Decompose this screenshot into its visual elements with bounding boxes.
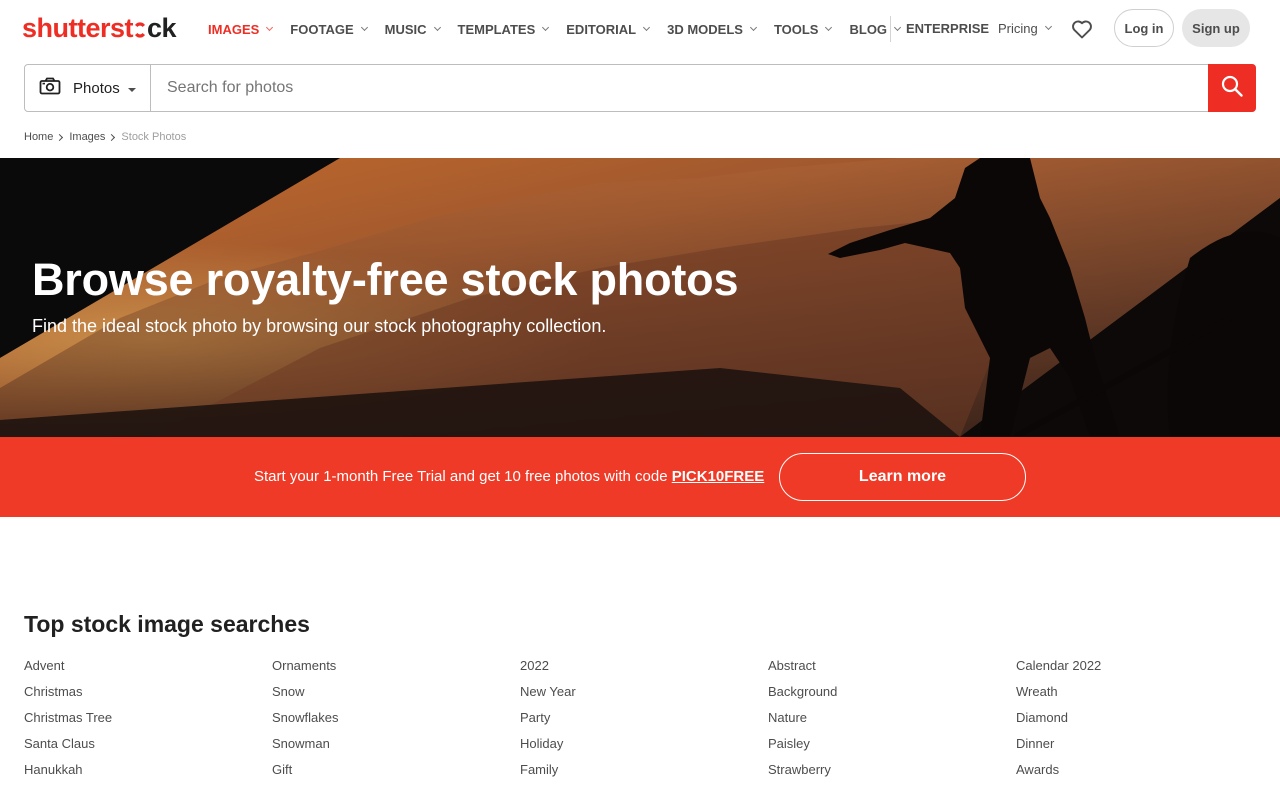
shutterstock-logo[interactable]: shutterst ck [22,13,177,43]
nav-3d-models[interactable]: 3D MODELS [667,21,757,37]
search-term-link[interactable]: Wreath [1016,682,1264,708]
search-term-link[interactable]: Calendar 2022 [1016,656,1264,682]
chevron-down-icon [266,23,274,31]
breadcrumb: Home Images Stock Photos [24,131,186,143]
logo-dot-icon [133,13,147,43]
nav-music[interactable]: MUSIC [384,21,441,37]
search-term-link[interactable]: Dinner [1016,734,1264,760]
nav-templates-label: TEMPLATES [457,21,536,37]
main-nav: IMAGES FOOTAGE MUSIC TEMPLATES EDITORIAL… [208,0,918,58]
search-term-link[interactable]: Strawberry [768,760,1016,786]
caret-down-icon [127,88,136,92]
promo-message: Start your 1-month Free Trial and get 10… [254,468,764,485]
chevron-down-icon [643,23,651,31]
chevron-down-icon [433,23,441,31]
top-searches-column: Abstract Background Nature Paisley Straw… [768,656,1016,786]
hero-title: Browse royalty-free stock photos [32,254,739,305]
favorites-heart-icon[interactable] [1070,17,1094,41]
nav-blog[interactable]: BLOG [849,21,902,37]
top-searches-column: 2022 New Year Party Holiday Family [520,656,768,786]
chevron-down-icon [542,23,550,31]
nav-blog-label: BLOG [849,21,888,37]
promo-text: Start your 1-month Free Trial and get 10… [254,468,672,485]
breadcrumb-images[interactable]: Images [69,131,105,143]
breadcrumb-home[interactable]: Home [24,131,53,143]
hero-banner: Browse royalty-free stock photos Find th… [0,158,1280,437]
top-searches-column: Calendar 2022 Wreath Diamond Dinner Awar… [1016,656,1264,786]
search-term-link[interactable]: Snow [272,682,520,708]
top-searches-title: Top stock image searches [24,611,310,637]
nav-images-label: IMAGES [208,21,260,37]
chevron-down-icon [749,23,757,31]
search-button[interactable] [1208,64,1256,112]
search-term-link[interactable]: Santa Claus [24,734,272,760]
nav-3d-models-label: 3D MODELS [667,21,743,37]
search-term-link[interactable]: 2022 [520,656,768,682]
chevron-down-icon [825,23,833,31]
breadcrumb-current: Stock Photos [121,131,187,143]
search-term-link[interactable]: Christmas Tree [24,708,272,734]
promo-banner: Start your 1-month Free Trial and get 10… [0,437,1280,517]
nav-divider [890,16,891,42]
nav-templates[interactable]: TEMPLATES [457,21,550,37]
chevron-right-icon [56,133,64,141]
chevron-right-icon [108,133,116,141]
search-term-link[interactable]: Advent [24,656,272,682]
search-term-link[interactable]: Party [520,708,768,734]
hero-subtitle: Find the ideal stock photo by browsing o… [32,316,607,336]
search-term-link[interactable]: Nature [768,708,1016,734]
search-term-link[interactable]: Paisley [768,734,1016,760]
search-term-link[interactable]: Gift [272,760,520,786]
nav-tools[interactable]: TOOLS [773,21,833,37]
top-searches-column: Ornaments Snow Snowflakes Snowman Gift [272,656,520,786]
search-bar: Photos [24,64,1256,112]
nav-enterprise[interactable]: ENTERPRISE [906,21,989,36]
nav-pricing[interactable]: Pricing [998,21,1052,36]
search-type-dropdown[interactable]: Photos [25,65,151,111]
logo-text-part1: shutterst [22,13,134,43]
nav-images[interactable]: IMAGES [208,21,274,37]
search-type-label: Photos [73,79,120,97]
chevron-down-icon [1044,22,1052,31]
top-searches-column: Advent Christmas Christmas Tree Santa Cl… [24,656,272,786]
chevron-down-icon [360,23,368,31]
promo-code-link[interactable]: PICK10FREE [672,468,765,485]
nav-music-label: MUSIC [384,21,427,37]
search-term-link[interactable]: Snowman [272,734,520,760]
search-term-link[interactable]: Ornaments [272,656,520,682]
nav-editorial[interactable]: EDITORIAL [566,21,651,37]
nav-editorial-label: EDITORIAL [566,21,637,37]
nav-tools-label: TOOLS [773,21,819,37]
signup-button[interactable]: Sign up [1182,9,1250,47]
site-header: shutterst ck IMAGES FOOTAGE MUSIC TEMPLAT… [0,0,1280,58]
search-term-link[interactable]: Hanukkah [24,760,272,786]
search-term-link[interactable]: New Year [520,682,768,708]
search-term-link[interactable]: Snowflakes [272,708,520,734]
nav-footage[interactable]: FOOTAGE [290,21,368,37]
search-term-link[interactable]: Holiday [520,734,768,760]
search-term-link[interactable]: Family [520,760,768,786]
search-input[interactable] [151,65,1255,111]
logo-text-part2: ck [147,13,177,43]
search-term-link[interactable]: Background [768,682,1016,708]
login-button[interactable]: Log in [1114,9,1174,47]
camera-icon [39,77,61,100]
top-searches-list: Advent Christmas Christmas Tree Santa Cl… [24,656,1264,786]
chevron-down-icon [894,23,902,31]
search-term-link[interactable]: Awards [1016,760,1264,786]
nav-pricing-label: Pricing [998,21,1038,36]
search-term-link[interactable]: Abstract [768,656,1016,682]
nav-footage-label: FOOTAGE [290,21,354,37]
search-icon [1221,75,1243,102]
learn-more-button[interactable]: Learn more [779,453,1026,501]
search-term-link[interactable]: Christmas [24,682,272,708]
search-term-link[interactable]: Diamond [1016,708,1264,734]
